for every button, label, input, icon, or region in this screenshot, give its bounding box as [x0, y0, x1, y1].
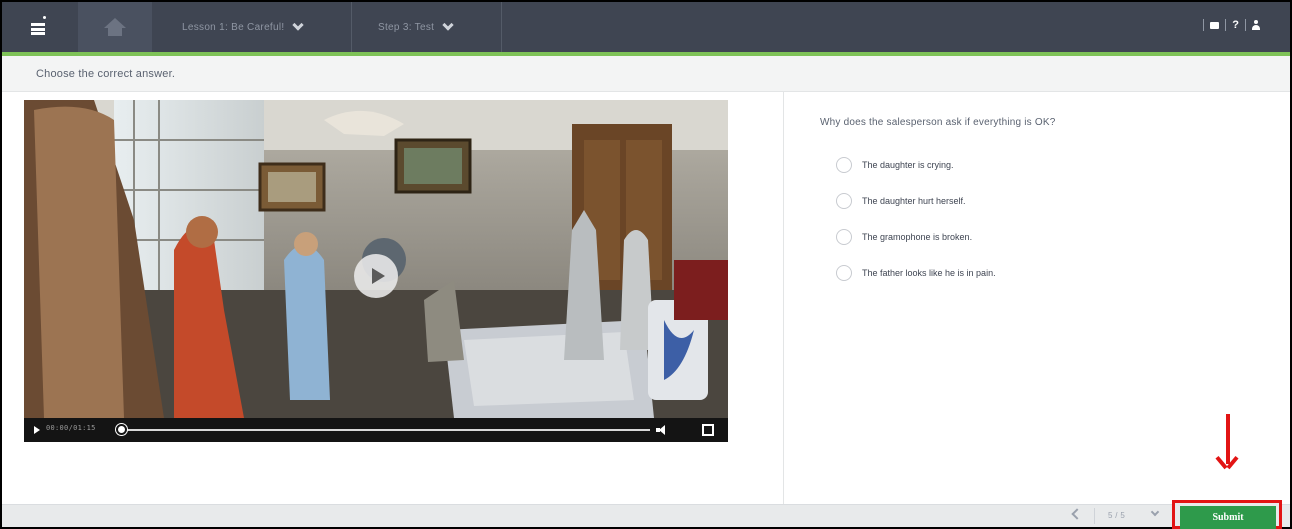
- instruction-text: Choose the correct answer.: [36, 68, 176, 80]
- message-icon[interactable]: [1210, 21, 1220, 29]
- video-player[interactable]: [24, 100, 728, 442]
- radio-button[interactable]: [836, 193, 852, 209]
- answer-option[interactable]: The daughter is crying.: [836, 157, 954, 173]
- top-navigation-bar: Lesson 1: Be Careful! Step 3: Test ?: [2, 2, 1290, 56]
- help-button[interactable]: ?: [1232, 19, 1239, 31]
- submit-button[interactable]: Submit: [1180, 506, 1276, 529]
- lesson-label: Lesson 1: Be Careful!: [182, 21, 285, 33]
- answer-option[interactable]: The daughter hurt herself.: [836, 193, 966, 209]
- footer-bar: [2, 504, 1290, 527]
- radio-button[interactable]: [836, 229, 852, 245]
- divider: [1094, 508, 1095, 524]
- answer-option-label: The father looks like he is in pain.: [862, 268, 996, 278]
- panel-divider: [783, 92, 784, 504]
- home-button[interactable]: [78, 2, 152, 52]
- answer-option-label: The daughter is crying.: [862, 160, 954, 170]
- divider: [1245, 19, 1246, 31]
- divider: [1203, 19, 1205, 31]
- hamburger-icon: [31, 23, 45, 35]
- page-indicator[interactable]: 5 / 5: [1108, 511, 1125, 520]
- answer-option[interactable]: The father looks like he is in pain.: [836, 265, 996, 281]
- play-button[interactable]: [354, 254, 398, 298]
- video-controls: 00:00/01:15: [24, 418, 728, 442]
- answer-option-label: The daughter hurt herself.: [862, 196, 966, 206]
- volume-icon[interactable]: [656, 425, 668, 435]
- answer-option-label: The gramophone is broken.: [862, 232, 973, 242]
- chevron-down-icon: [292, 18, 305, 31]
- divider: [1225, 19, 1227, 31]
- question-text: Why does the salesperson ask if everythi…: [820, 117, 1056, 128]
- menu-button[interactable]: [16, 14, 60, 44]
- instruction-bar: Choose the correct answer.: [2, 56, 1290, 92]
- play-icon: [371, 268, 385, 284]
- step-label: Step 3: Test: [378, 21, 435, 33]
- answer-option[interactable]: The gramophone is broken.: [836, 229, 972, 245]
- video-time: 00:00/01:15: [46, 424, 96, 432]
- video-progress-handle[interactable]: [116, 424, 127, 435]
- annotation-arrowhead-icon: [1216, 456, 1240, 480]
- notification-dot-icon: [43, 16, 46, 19]
- previous-button[interactable]: [1068, 507, 1082, 521]
- lesson-dropdown[interactable]: Lesson 1: Be Careful!: [172, 2, 352, 52]
- top-right-icons: ?: [1203, 19, 1260, 31]
- user-icon[interactable]: [1252, 20, 1260, 30]
- radio-button[interactable]: [836, 265, 852, 281]
- radio-button[interactable]: [836, 157, 852, 173]
- play-icon[interactable]: [34, 426, 40, 434]
- home-icon: [104, 18, 126, 36]
- chevron-down-icon: [442, 18, 454, 31]
- video-progress-track[interactable]: [122, 429, 650, 431]
- fullscreen-icon[interactable]: [702, 424, 714, 436]
- step-dropdown[interactable]: Step 3: Test: [372, 2, 502, 52]
